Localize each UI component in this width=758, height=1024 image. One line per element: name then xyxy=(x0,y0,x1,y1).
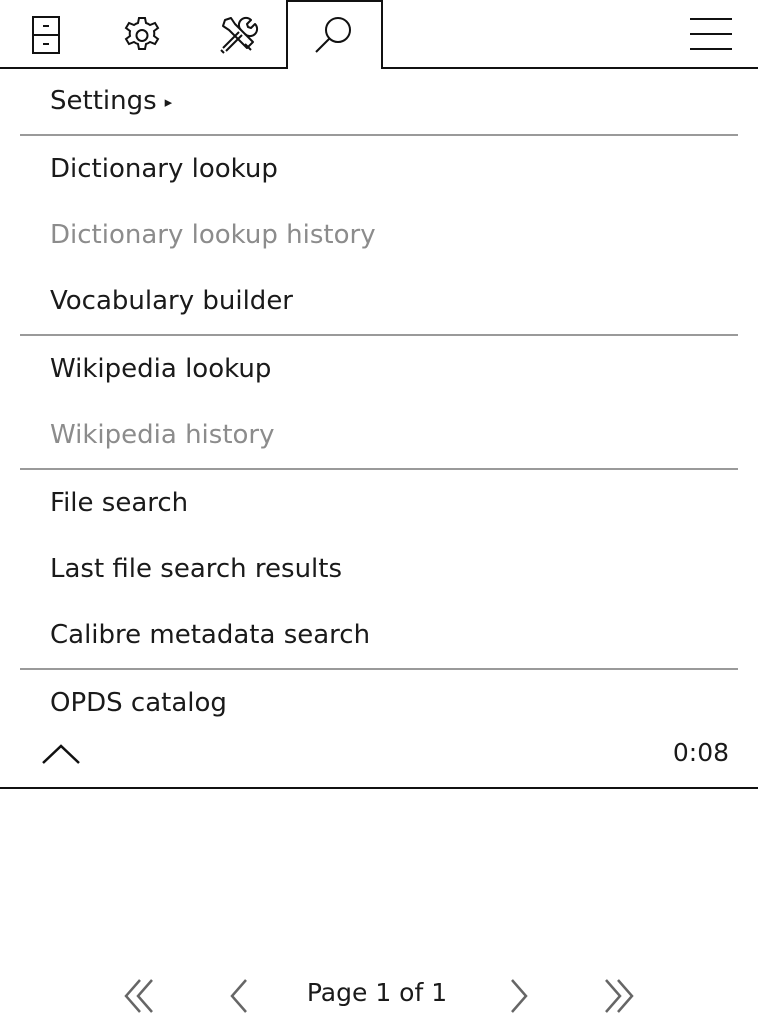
chevron-up-icon xyxy=(42,744,80,764)
menu-item-label: File search xyxy=(50,488,189,518)
tools-icon xyxy=(220,16,259,54)
gear-icon xyxy=(124,17,160,50)
menu-item-dictionary-lookup[interactable]: Dictionary lookup xyxy=(20,136,738,202)
menu-item-file-search[interactable]: File search xyxy=(20,470,738,536)
main-menu-button[interactable] xyxy=(688,14,734,54)
menu-item-last-file-search-results[interactable]: Last file search results xyxy=(20,536,738,602)
top-tab-bar xyxy=(0,0,758,70)
page-indicator[interactable]: Page 1 of 1 xyxy=(292,978,462,1007)
menu-item-label: Calibre metadata search xyxy=(50,620,371,650)
menu-item-vocabulary-builder[interactable]: Vocabulary builder xyxy=(20,268,738,334)
menu-item-wikipedia-history: Wikipedia history xyxy=(20,402,738,468)
pagination-bar: Page 1 of 1 xyxy=(0,970,758,1022)
menu-item-label: Settings xyxy=(50,86,157,116)
menu-item-label: Vocabulary builder xyxy=(50,286,294,316)
menu-item-label: Dictionary lookup xyxy=(50,154,278,184)
collapse-menu-button[interactable] xyxy=(40,738,82,768)
next-page-button[interactable] xyxy=(500,976,540,1016)
menu-item-label: Wikipedia lookup xyxy=(50,354,272,384)
chevron-right-icon xyxy=(511,979,528,1013)
submenu-arrow-icon: ▸ xyxy=(164,93,173,111)
active-tab-border xyxy=(381,0,383,69)
active-tab-border xyxy=(288,0,382,2)
hamburger-icon xyxy=(690,18,732,50)
double-chevron-right-icon xyxy=(605,979,634,1013)
menu-item-label: Wikipedia history xyxy=(50,420,275,450)
search-icon xyxy=(315,17,351,53)
menu-item-dictionary-lookup-history: Dictionary lookup history xyxy=(20,202,738,268)
menu-item-wikipedia-lookup[interactable]: Wikipedia lookup xyxy=(20,336,738,402)
menu-item-label: OPDS catalog xyxy=(50,688,227,718)
tab-search[interactable] xyxy=(288,4,380,66)
previous-page-button[interactable] xyxy=(218,976,258,1016)
menu-item-settings[interactable]: Settings ▸ xyxy=(20,68,738,134)
menu-bottom-border xyxy=(0,787,758,789)
search-menu: Settings ▸ Dictionary lookup Dictionary … xyxy=(20,68,738,736)
menu-item-label: Last file search results xyxy=(50,554,343,584)
first-page-button[interactable] xyxy=(120,976,160,1016)
chevron-left-icon xyxy=(230,979,247,1013)
tab-settings[interactable] xyxy=(96,4,188,66)
menu-footer: 0:08 xyxy=(0,724,758,786)
menu-item-label: Dictionary lookup history xyxy=(50,220,376,250)
tab-tools[interactable] xyxy=(192,4,284,66)
clock: 0:08 xyxy=(672,738,729,767)
menu-item-calibre-metadata-search[interactable]: Calibre metadata search xyxy=(20,602,738,668)
double-chevron-left-icon xyxy=(124,979,153,1013)
tab-filemanager[interactable] xyxy=(0,4,92,66)
last-page-button[interactable] xyxy=(598,976,638,1016)
filing-cabinet-icon xyxy=(32,16,60,54)
